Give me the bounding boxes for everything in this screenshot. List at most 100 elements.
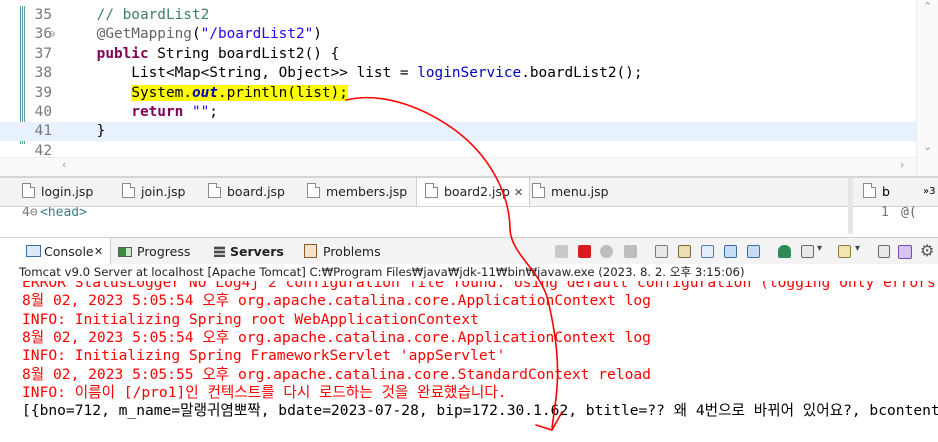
console-line: 8월 02, 2023 5:05:54 오후 org.apache.catali…: [22, 328, 651, 346]
code-token: // boardList2: [96, 7, 210, 23]
tab-servers[interactable]: Servers: [214, 238, 284, 265]
launch-description: Tomcat v9.0 Server at localhost [Apache …: [0, 264, 938, 281]
code-text: @(: [901, 205, 917, 220]
scroll-right-icon[interactable]: ›: [900, 158, 904, 171]
code-line[interactable]: 36 ⊖ @GetMapping("/boardList2"): [0, 25, 916, 44]
tab-join-jsp[interactable]: join.jsp: [122, 178, 185, 206]
console-line: ERROR StatusLogger No Log4j 2 configurat…: [22, 281, 938, 291]
editor-horizontal-scrollbar[interactable]: ‹ ›: [0, 157, 916, 176]
tab-members-jsp[interactable]: members.jsp: [307, 178, 407, 206]
console-icon: [26, 245, 41, 257]
editor-vertical-scrollbar[interactable]: ⌃ ⌄: [916, 0, 938, 178]
settings-gear-icon[interactable]: ⚙: [920, 241, 934, 260]
progress-icon: [118, 247, 132, 257]
code-text: List<Map<String, Object>> list = loginSe…: [62, 64, 642, 83]
tab-progress[interactable]: Progress: [118, 238, 190, 265]
console-line: 8월 02, 2023 5:05:55 오후 org.apache.catali…: [22, 365, 651, 383]
code-line[interactable]: 37 public String boardList2() {: [0, 45, 916, 64]
code-token: loginService: [417, 65, 522, 82]
code-text: System.out.println(list);: [62, 84, 348, 103]
scroll-left-icon[interactable]: ‹: [62, 158, 66, 171]
tab-console[interactable]: Console ✕: [0, 238, 111, 265]
scroll-down-icon[interactable]: ⌄: [923, 140, 932, 153]
console-line: [{bno=712, m_name=말랭귀염뽀짝, bdate=2023-07-…: [22, 402, 938, 420]
show-stdout-icon[interactable]: [724, 245, 737, 258]
tab-board-jsp[interactable]: board.jsp: [208, 178, 285, 206]
code-text: <head>: [40, 207, 87, 220]
code-editor[interactable]: 35 // boardList2 36 ⊖ @GetMapping("/boardL…: [0, 0, 938, 178]
terminate-icon[interactable]: [578, 245, 591, 258]
chevron-down-icon[interactable]: ▾: [855, 243, 860, 254]
code-token: public: [96, 45, 149, 62]
code-text: // boardList2: [62, 6, 210, 25]
code-token: List<Map<String, Object>> list =: [62, 65, 418, 82]
code-token: @GetMapping: [96, 26, 192, 43]
scroll-lock-icon[interactable]: [678, 245, 691, 258]
code-token: "/boardList2": [200, 26, 314, 43]
code-text: public String boardList2() {: [62, 45, 340, 64]
remove-launch-icon[interactable]: [555, 245, 568, 258]
line-number: 40: [34, 104, 52, 120]
chevron-down-icon[interactable]: ▾: [817, 243, 822, 254]
highlight-icon[interactable]: [898, 245, 912, 259]
side-editor-tab-bar: b »3: [853, 178, 938, 207]
file-icon: [122, 183, 135, 198]
line-number: 35: [34, 7, 52, 23]
line-number: 1: [881, 205, 889, 220]
code-line[interactable]: 41 }: [0, 122, 916, 142]
file-icon: [425, 183, 438, 198]
close-tab-icon[interactable]: ✕: [514, 186, 523, 199]
code-token: "": [191, 104, 210, 120]
file-icon: [532, 183, 545, 198]
tab-problems[interactable]: Problems: [304, 238, 381, 265]
code-text: @GetMapping("/boardList2"): [62, 25, 322, 44]
disconnect-icon[interactable]: [624, 245, 637, 258]
line-number: 4⊖: [22, 207, 38, 220]
code-line[interactable]: 35 // boardList2: [0, 6, 916, 25]
tab-board2-jsp[interactable]: board2.jsp ✕: [416, 178, 531, 206]
fold-toggle-icon[interactable]: ⊖: [49, 25, 55, 44]
side-tab-label[interactable]: b: [882, 184, 890, 199]
clear-console-icon[interactable]: [655, 245, 668, 258]
show-stderr-icon[interactable]: [747, 245, 760, 258]
open-console-icon[interactable]: [838, 245, 851, 258]
pin-console-icon[interactable]: [778, 245, 791, 258]
code-text: return "";: [62, 103, 218, 122]
console-output[interactable]: ERROR StatusLogger No Log4j 2 configurat…: [0, 281, 938, 442]
secondary-editor[interactable]: 4⊖ <head>: [0, 207, 848, 234]
line-number: 37: [34, 45, 52, 62]
code-token: ): [313, 26, 322, 43]
file-icon: [208, 183, 221, 198]
code-token: System.: [131, 84, 192, 101]
editor-tab-bar: login.jsp join.jsp board.jsp members.jsp…: [0, 178, 848, 207]
code-line[interactable]: 39 System.out.println(list);: [0, 84, 916, 103]
word-wrap-icon[interactable]: [701, 245, 714, 258]
display-console-icon[interactable]: [801, 245, 814, 258]
code-token: String boardList2() {: [148, 45, 340, 62]
code-token: out: [191, 84, 218, 101]
line-number: 39: [34, 84, 52, 101]
remove-all-terminated-icon[interactable]: [600, 245, 613, 258]
code-line[interactable]: 40 return "";: [0, 103, 916, 122]
copy-icon[interactable]: [878, 245, 890, 258]
code-line[interactable]: 38 List<Map<String, Object>> list = logi…: [0, 64, 916, 83]
code-token: .println(list);: [217, 84, 348, 101]
code-text: }: [62, 122, 106, 141]
line-number: 41: [34, 123, 52, 140]
more-tabs-icon[interactable]: »3: [923, 178, 935, 206]
side-editor[interactable]: 1 @(: [853, 205, 938, 234]
tab-login-jsp[interactable]: login.jsp: [22, 178, 93, 206]
line-number: 38: [34, 65, 52, 82]
console-view-bar: Console ✕ Progress Servers Problems ▾ ▾ …: [0, 237, 938, 265]
tab-menu-jsp[interactable]: menu.jsp: [532, 178, 609, 206]
file-icon: [863, 183, 876, 198]
console-line: 8월 02, 2023 5:05:54 오후 org.apache.catali…: [22, 292, 651, 310]
code-token: }: [62, 123, 106, 140]
scroll-up-icon[interactable]: ⌃: [923, 0, 932, 13]
console-line: INFO: Initializing Spring FrameworkServl…: [22, 347, 506, 365]
close-icon[interactable]: ✕: [94, 238, 103, 265]
code-token: (: [191, 26, 201, 43]
